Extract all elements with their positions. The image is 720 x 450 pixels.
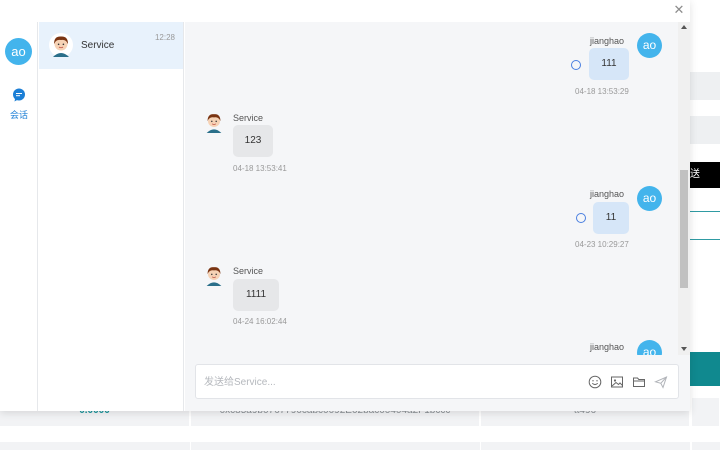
avatar: ao	[637, 340, 662, 355]
background-black-button[interactable]: 送	[690, 162, 720, 188]
image-icon[interactable]	[610, 375, 624, 389]
message-time: 04-23 10:29:27	[575, 240, 629, 249]
message-sender: jianghao	[590, 342, 625, 352]
background-divider	[690, 211, 720, 212]
folder-icon[interactable]	[632, 375, 646, 389]
background-cell	[481, 442, 690, 450]
background-block	[690, 72, 720, 100]
chat-modal: ✕ ao 会话 Service 12:28 jianghao ao 111 04…	[0, 0, 690, 411]
nav-item-chat-label: 会话	[9, 110, 28, 120]
message-sender: Service	[233, 266, 264, 276]
avatar: ao	[637, 186, 662, 211]
message-sender: Service	[233, 113, 264, 123]
background-block	[690, 116, 720, 144]
message-scrollbar[interactable]	[678, 22, 690, 355]
nav-item-chat[interactable]: 会话	[2, 88, 36, 121]
background-divider	[690, 239, 720, 240]
message-input-bar	[195, 364, 679, 399]
message-input[interactable]	[204, 373, 574, 391]
background-cell	[692, 442, 720, 450]
modal-header: ✕	[0, 0, 690, 22]
service-avatar-icon	[206, 114, 222, 133]
close-icon[interactable]: ✕	[672, 3, 686, 17]
message-time: 04-18 13:53:41	[233, 164, 287, 173]
message-time: 04-18 13:53:29	[575, 87, 629, 96]
scroll-down-icon[interactable]	[681, 347, 687, 351]
message-bubble[interactable]: 1111	[233, 279, 279, 311]
message-bubble[interactable]: 11	[593, 202, 629, 234]
message-time: 04-24 16:02:44	[233, 317, 287, 326]
background-teal-button[interactable]	[690, 352, 720, 386]
chat-bubble-icon	[13, 88, 25, 102]
avatar[interactable]: ao	[5, 38, 32, 65]
service-avatar-icon	[206, 267, 222, 286]
message-sender: jianghao	[590, 189, 625, 199]
avatar: ao	[637, 33, 662, 58]
scroll-thumb[interactable]	[680, 170, 688, 288]
conversation-item-service[interactable]: Service 12:28	[39, 22, 183, 69]
service-avatar-icon	[49, 33, 73, 57]
message-bubble[interactable]: 123	[233, 125, 273, 157]
message-sender: jianghao	[590, 36, 625, 46]
background-cell	[191, 442, 480, 450]
background-cell	[0, 442, 190, 450]
message-bubble[interactable]: 111	[589, 48, 629, 80]
conversation-list: Service 12:28	[39, 22, 184, 411]
emoji-icon[interactable]	[588, 375, 602, 389]
send-icon[interactable]	[654, 375, 668, 389]
scroll-up-icon[interactable]	[681, 25, 687, 29]
chat-panel: jianghao ao 111 04-18 13:53:29 Service 1…	[185, 22, 690, 411]
message-list: jianghao ao 111 04-18 13:53:29 Service 1…	[185, 22, 678, 355]
message-status-icon	[576, 213, 586, 223]
message-status-icon	[571, 60, 581, 70]
background-black-button-label: 送	[690, 169, 700, 180]
conversation-time: 12:28	[154, 33, 175, 42]
conversation-name: Service	[81, 40, 115, 51]
nav-rail: ao 会话	[0, 22, 38, 411]
background-cell	[692, 398, 720, 426]
